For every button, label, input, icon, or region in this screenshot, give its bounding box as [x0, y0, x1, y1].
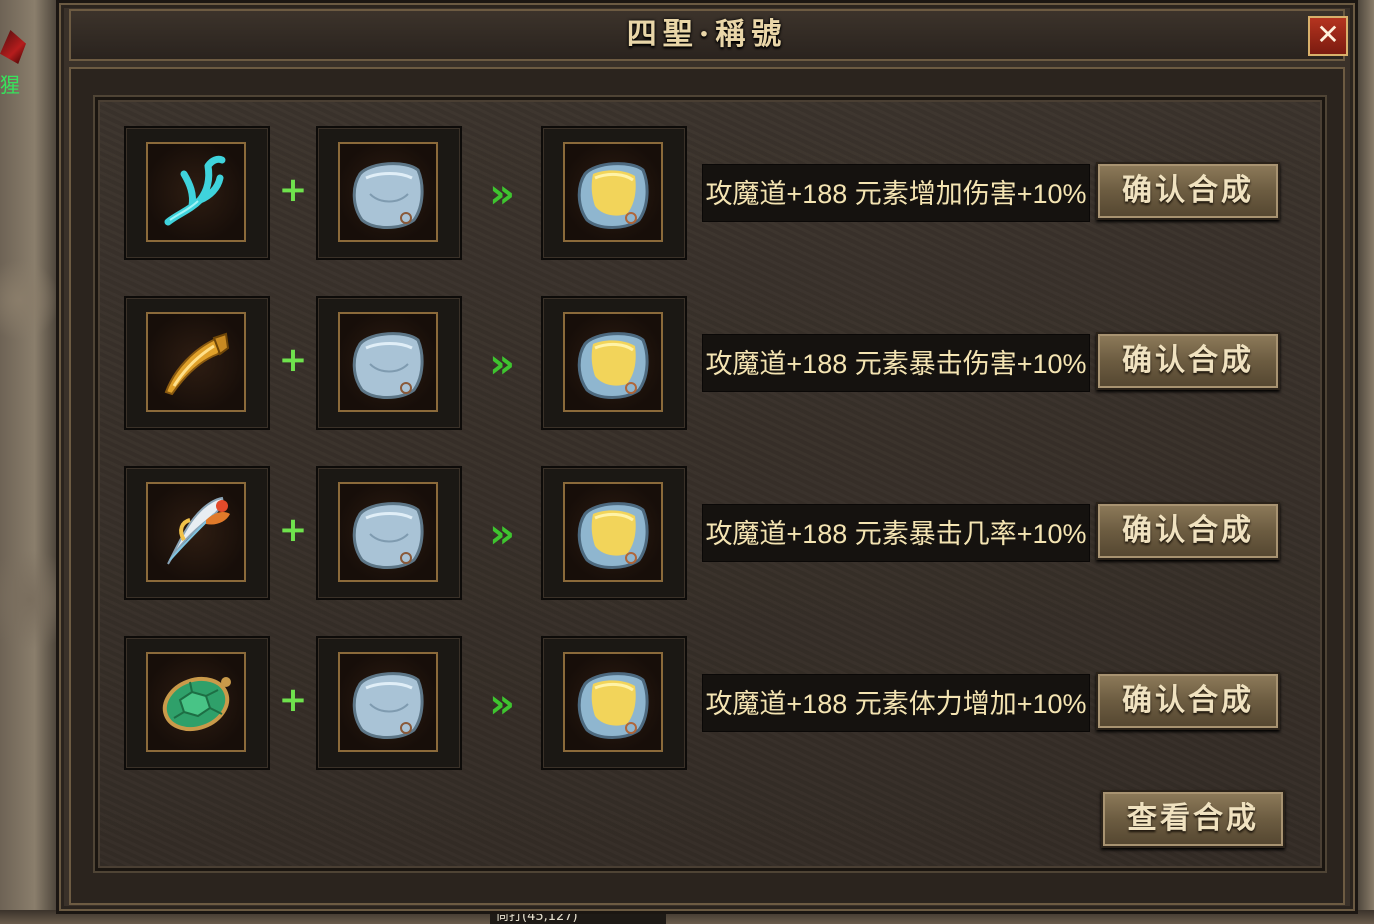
recipe-panel: + » 攻魔道+188 元素增加伤害+10% 确认合成 + » 攻魔道+188 …	[95, 97, 1325, 871]
result-slot[interactable]	[541, 126, 687, 260]
silver-pouch-icon	[338, 652, 438, 752]
result-arrow: »	[489, 681, 515, 727]
view-synthesis-button[interactable]: 查看合成	[1101, 790, 1285, 848]
result-arrow: »	[489, 511, 515, 557]
confirm-synthesis-button[interactable]: 确认合成	[1096, 162, 1280, 220]
gold-pouch-icon	[563, 142, 663, 242]
result-slot[interactable]	[541, 296, 687, 430]
turtle-shell-icon	[146, 652, 246, 752]
side-label: 猩	[0, 73, 20, 97]
recipe-description: 攻魔道+188 元素增加伤害+10%	[702, 164, 1090, 222]
result-slot[interactable]	[541, 466, 687, 600]
cyan-coral-icon	[146, 142, 246, 242]
window-title: 四聖·稱號	[626, 17, 788, 52]
gold-pouch-icon	[563, 652, 663, 752]
material-slot[interactable]	[316, 466, 462, 600]
close-button[interactable]: ✕	[1308, 16, 1348, 56]
plus-sign: +	[278, 510, 308, 550]
plus-sign: +	[278, 170, 308, 210]
recipe-description: 攻魔道+188 元素暴击伤害+10%	[702, 334, 1090, 392]
game-world-left	[0, 0, 58, 924]
recipe-description: 攻魔道+188 元素暴击几率+10%	[702, 504, 1090, 562]
material-slot[interactable]	[316, 296, 462, 430]
material-slot[interactable]	[316, 636, 462, 770]
silver-pouch-icon	[338, 142, 438, 242]
ingredient-slot[interactable]	[124, 296, 270, 430]
plus-sign: +	[278, 680, 308, 720]
ingredient-slot[interactable]	[124, 126, 270, 260]
recipe-row: + »	[98, 466, 1328, 600]
confirm-synthesis-button[interactable]: 确认合成	[1096, 332, 1280, 390]
result-arrow: »	[489, 171, 515, 217]
golden-claw-icon	[146, 312, 246, 412]
synthesis-window: 四聖·稱號 ✕ + » 攻魔道+188 元素增加伤害+10% 确认合成 + » …	[56, 0, 1358, 914]
window-body: + » 攻魔道+188 元素增加伤害+10% 确认合成 + » 攻魔道+188 …	[69, 67, 1345, 905]
ingredient-slot[interactable]	[124, 466, 270, 600]
recipe-row: + »	[98, 296, 1328, 430]
confirm-synthesis-button[interactable]: 确认合成	[1096, 502, 1280, 560]
result-slot[interactable]	[541, 636, 687, 770]
material-slot[interactable]	[316, 126, 462, 260]
plus-sign: +	[278, 340, 308, 380]
recipe-row: + »	[98, 126, 1328, 260]
confirm-synthesis-button[interactable]: 确认合成	[1096, 672, 1280, 730]
recipe-row: + »	[98, 636, 1328, 770]
silver-pouch-icon	[338, 312, 438, 412]
title-bar[interactable]: 四聖·稱號	[69, 9, 1345, 61]
phoenix-feather-icon	[146, 482, 246, 582]
recipe-description: 攻魔道+188 元素体力增加+10%	[702, 674, 1090, 732]
gold-pouch-icon	[563, 312, 663, 412]
gold-pouch-icon	[563, 482, 663, 582]
silver-pouch-icon	[338, 482, 438, 582]
ingredient-slot[interactable]	[124, 636, 270, 770]
result-arrow: »	[489, 341, 515, 387]
